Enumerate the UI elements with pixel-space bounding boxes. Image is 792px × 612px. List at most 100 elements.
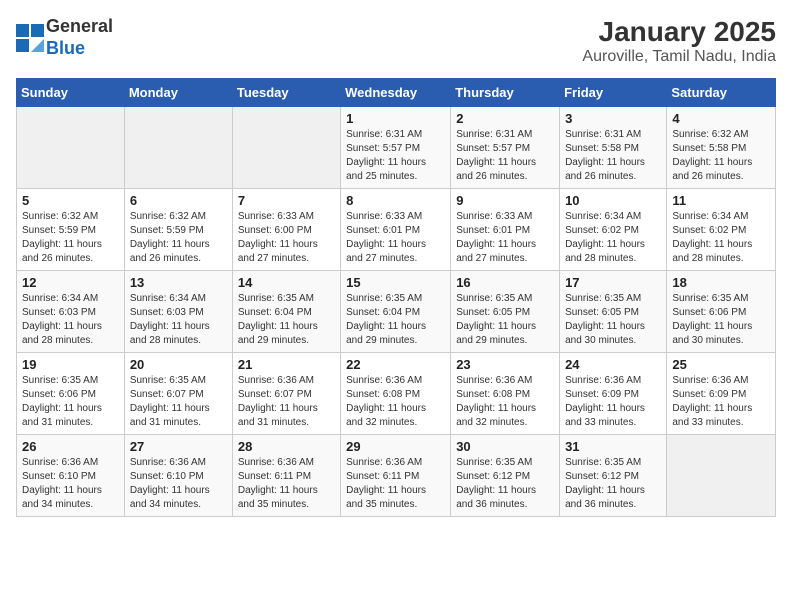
cell-day-number: 7 bbox=[238, 193, 335, 208]
calendar-cell: 10 Sunrise: 6:34 AM Sunset: 6:02 PM Dayli… bbox=[560, 189, 667, 271]
calendar-week-row: 5 Sunrise: 6:32 AM Sunset: 5:59 PM Daylig… bbox=[17, 189, 776, 271]
cell-day-number: 13 bbox=[130, 275, 227, 290]
calendar-cell: 2Sunrise: 6:31 AM Sunset: 5:57 PM Daylig… bbox=[451, 107, 560, 189]
cell-info: Sunrise: 6:36 AM Sunset: 6:08 PM Dayligh… bbox=[346, 374, 445, 430]
cell-info: Sunrise: 6:36 AM Sunset: 6:09 PM Dayligh… bbox=[672, 374, 770, 430]
calendar-cell: 9 Sunrise: 6:33 AM Sunset: 6:01 PM Daylig… bbox=[451, 189, 560, 271]
cell-day-number: 1 bbox=[346, 111, 445, 126]
calendar-cell: 17Sunrise: 6:35 AM Sunset: 6:05 PM Dayli… bbox=[560, 271, 667, 353]
cell-info: Sunrise: 6:35 AM Sunset: 6:06 PM Dayligh… bbox=[22, 374, 119, 430]
cell-info: Sunrise: 6:32 AM Sunset: 5:59 PM Dayligh… bbox=[130, 210, 227, 266]
page-header: General Blue January 2025 Auroville, Tam… bbox=[16, 16, 776, 66]
cell-info: Sunrise: 6:33 AM Sunset: 6:01 PM Dayligh… bbox=[456, 210, 554, 266]
calendar-cell: 8 Sunrise: 6:33 AM Sunset: 6:01 PM Daylig… bbox=[341, 189, 451, 271]
logo-blue: Blue bbox=[46, 38, 85, 58]
cell-day-number: 4 bbox=[672, 111, 770, 126]
cell-day-number: 9 bbox=[456, 193, 554, 208]
cell-day-number: 15 bbox=[346, 275, 445, 290]
cell-info: Sunrise: 6:34 AM Sunset: 6:02 PM Dayligh… bbox=[672, 210, 770, 266]
calendar-cell: 5Sunrise: 6:32 AM Sunset: 5:59 PM Daylig… bbox=[17, 189, 125, 271]
cell-info: Sunrise: 6:36 AM Sunset: 6:11 PM Dayligh… bbox=[238, 456, 335, 512]
cell-info: Sunrise: 6:35 AM Sunset: 6:12 PM Dayligh… bbox=[456, 456, 554, 512]
cell-day-number: 21 bbox=[238, 357, 335, 372]
calendar-cell: 28 Sunrise: 6:36 AM Sunset: 6:11 PM Dayli… bbox=[232, 435, 340, 517]
cell-day-number: 16 bbox=[456, 275, 554, 290]
calendar-cell: 30 Sunrise: 6:35 AM Sunset: 6:12 PM Dayli… bbox=[451, 435, 560, 517]
cell-day-number: 6 bbox=[130, 193, 227, 208]
cell-day-number: 20 bbox=[130, 357, 227, 372]
cell-info: Sunrise: 6:33 AM Sunset: 6:00 PM Dayligh… bbox=[238, 210, 335, 266]
calendar-table: SundayMondayTuesdayWednesdayThursdayFrid… bbox=[16, 78, 776, 517]
cell-info: Sunrise: 6:35 AM Sunset: 6:04 PM Dayligh… bbox=[238, 292, 335, 348]
cell-info: Sunrise: 6:34 AM Sunset: 6:03 PM Dayligh… bbox=[130, 292, 227, 348]
calendar-cell bbox=[232, 107, 340, 189]
cell-day-number: 19 bbox=[22, 357, 119, 372]
calendar-cell bbox=[124, 107, 232, 189]
cell-info: Sunrise: 6:35 AM Sunset: 6:05 PM Dayligh… bbox=[565, 292, 661, 348]
title-block: January 2025 Auroville, Tamil Nadu, Indi… bbox=[582, 16, 776, 66]
cell-info: Sunrise: 6:35 AM Sunset: 6:07 PM Dayligh… bbox=[130, 374, 227, 430]
cell-info: Sunrise: 6:36 AM Sunset: 6:10 PM Dayligh… bbox=[22, 456, 119, 512]
cell-info: Sunrise: 6:36 AM Sunset: 6:08 PM Dayligh… bbox=[456, 374, 554, 430]
calendar-cell: 13 Sunrise: 6:34 AM Sunset: 6:03 PM Dayli… bbox=[124, 271, 232, 353]
cell-info: Sunrise: 6:34 AM Sunset: 6:02 PM Dayligh… bbox=[565, 210, 661, 266]
calendar-cell: 4Sunrise: 6:32 AM Sunset: 5:58 PM Daylig… bbox=[667, 107, 776, 189]
logo-icon bbox=[16, 24, 44, 52]
weekday-header: Saturday bbox=[667, 79, 776, 107]
weekday-header: Sunday bbox=[17, 79, 125, 107]
calendar-cell: 29 Sunrise: 6:36 AM Sunset: 6:11 PM Dayli… bbox=[341, 435, 451, 517]
cell-day-number: 28 bbox=[238, 439, 335, 454]
cell-info: Sunrise: 6:33 AM Sunset: 6:01 PM Dayligh… bbox=[346, 210, 445, 266]
calendar-header-row: SundayMondayTuesdayWednesdayThursdayFrid… bbox=[17, 79, 776, 107]
logo-general: General bbox=[46, 16, 113, 36]
cell-day-number: 14 bbox=[238, 275, 335, 290]
cell-info: Sunrise: 6:35 AM Sunset: 6:04 PM Dayligh… bbox=[346, 292, 445, 348]
cell-info: Sunrise: 6:36 AM Sunset: 6:10 PM Dayligh… bbox=[130, 456, 227, 512]
cell-info: Sunrise: 6:36 AM Sunset: 6:09 PM Dayligh… bbox=[565, 374, 661, 430]
calendar-week-row: 19 Sunrise: 6:35 AM Sunset: 6:06 PM Dayli… bbox=[17, 353, 776, 435]
calendar-cell: 14 Sunrise: 6:35 AM Sunset: 6:04 PM Dayli… bbox=[232, 271, 340, 353]
calendar-cell: 3Sunrise: 6:31 AM Sunset: 5:58 PM Daylig… bbox=[560, 107, 667, 189]
calendar-cell: 26Sunrise: 6:36 AM Sunset: 6:10 PM Dayli… bbox=[17, 435, 125, 517]
cell-info: Sunrise: 6:36 AM Sunset: 6:11 PM Dayligh… bbox=[346, 456, 445, 512]
cell-day-number: 31 bbox=[565, 439, 661, 454]
cell-day-number: 5 bbox=[22, 193, 119, 208]
weekday-header: Thursday bbox=[451, 79, 560, 107]
calendar-cell: 16 Sunrise: 6:35 AM Sunset: 6:05 PM Dayli… bbox=[451, 271, 560, 353]
cell-day-number: 25 bbox=[672, 357, 770, 372]
cell-info: Sunrise: 6:35 AM Sunset: 6:05 PM Dayligh… bbox=[456, 292, 554, 348]
cell-info: Sunrise: 6:34 AM Sunset: 6:03 PM Dayligh… bbox=[22, 292, 119, 348]
weekday-header: Tuesday bbox=[232, 79, 340, 107]
cell-day-number: 10 bbox=[565, 193, 661, 208]
calendar-cell bbox=[667, 435, 776, 517]
cell-day-number: 30 bbox=[456, 439, 554, 454]
calendar-cell: 20 Sunrise: 6:35 AM Sunset: 6:07 PM Dayli… bbox=[124, 353, 232, 435]
calendar-week-row: 1 Sunrise: 6:31 AM Sunset: 5:57 PM Daylig… bbox=[17, 107, 776, 189]
calendar-cell: 18Sunrise: 6:35 AM Sunset: 6:06 PM Dayli… bbox=[667, 271, 776, 353]
cell-day-number: 11 bbox=[672, 193, 770, 208]
cell-info: Sunrise: 6:35 AM Sunset: 6:12 PM Dayligh… bbox=[565, 456, 661, 512]
calendar-cell: 22 Sunrise: 6:36 AM Sunset: 6:08 PM Dayli… bbox=[341, 353, 451, 435]
calendar-cell: 27 Sunrise: 6:36 AM Sunset: 6:10 PM Dayli… bbox=[124, 435, 232, 517]
calendar-cell: 21 Sunrise: 6:36 AM Sunset: 6:07 PM Dayli… bbox=[232, 353, 340, 435]
calendar-cell: 19 Sunrise: 6:35 AM Sunset: 6:06 PM Dayli… bbox=[17, 353, 125, 435]
calendar-week-row: 12Sunrise: 6:34 AM Sunset: 6:03 PM Dayli… bbox=[17, 271, 776, 353]
cell-day-number: 29 bbox=[346, 439, 445, 454]
cell-info: Sunrise: 6:36 AM Sunset: 6:07 PM Dayligh… bbox=[238, 374, 335, 430]
cell-day-number: 27 bbox=[130, 439, 227, 454]
cell-day-number: 2 bbox=[456, 111, 554, 126]
cell-info: Sunrise: 6:31 AM Sunset: 5:58 PM Dayligh… bbox=[565, 128, 661, 184]
logo-text: General Blue bbox=[46, 16, 113, 59]
cell-day-number: 22 bbox=[346, 357, 445, 372]
calendar-cell bbox=[17, 107, 125, 189]
logo: General Blue bbox=[16, 16, 113, 59]
cell-day-number: 23 bbox=[456, 357, 554, 372]
cell-info: Sunrise: 6:31 AM Sunset: 5:57 PM Dayligh… bbox=[346, 128, 445, 184]
cell-day-number: 18 bbox=[672, 275, 770, 290]
calendar-cell: 23 Sunrise: 6:36 AM Sunset: 6:08 PM Dayli… bbox=[451, 353, 560, 435]
calendar-cell: 25 Sunrise: 6:36 AM Sunset: 6:09 PM Dayli… bbox=[667, 353, 776, 435]
cell-day-number: 8 bbox=[346, 193, 445, 208]
calendar-cell: 11 Sunrise: 6:34 AM Sunset: 6:02 PM Dayli… bbox=[667, 189, 776, 271]
page-title: January 2025 bbox=[582, 16, 776, 48]
weekday-header: Friday bbox=[560, 79, 667, 107]
